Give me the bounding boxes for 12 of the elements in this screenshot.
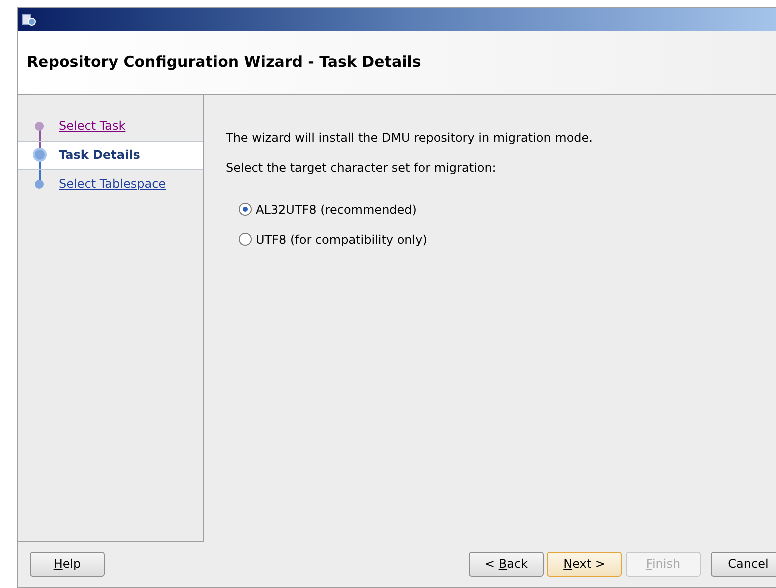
wizard-button[interactable]: Cancel <box>711 552 776 577</box>
radio-option[interactable]: UTF8 (for compatibility only) <box>239 230 776 249</box>
intro-text: The wizard will install the DMU repository in migration mode. <box>226 130 594 147</box>
step-item[interactable]: Select Task <box>18 112 203 141</box>
wizard-button[interactable]: Next > <box>547 552 622 577</box>
help-button[interactable]: Help <box>30 552 105 577</box>
wizard-title: Repository Configuration Wizard - Task Details <box>27 52 422 74</box>
step-item[interactable]: Task Details <box>18 140 203 170</box>
wizard-button[interactable]: < Back <box>469 552 544 577</box>
radio-option[interactable]: AL32UTF8 (recommended) <box>239 200 776 219</box>
prompt-text: Select the target character set for migration: <box>226 160 498 177</box>
step-item[interactable]: Select Tablespace <box>18 170 203 199</box>
